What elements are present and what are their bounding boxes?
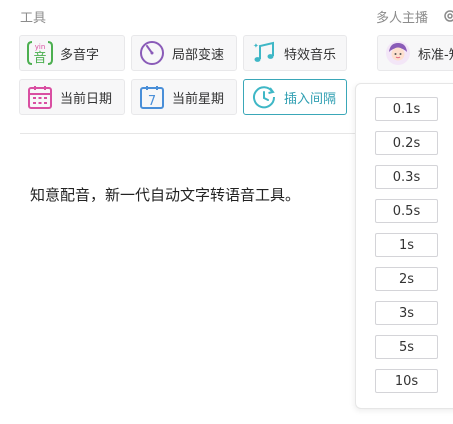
effect-music-button[interactable]: ✦ 特效音乐 [243,35,347,71]
polyphone-button[interactable]: yin 音 多音字 [19,35,125,71]
settings-gear-icon[interactable] [443,8,453,22]
interval-option-3s[interactable]: 3s [375,301,438,325]
effect-music-label: 特效音乐 [284,47,337,63]
interval-option-0.2s[interactable]: 0.2s [375,131,438,155]
editor-content-text[interactable]: 知意配音，新一代自动文字转语音工具。 [30,184,300,205]
interval-option-0.3s[interactable]: 0.3s [375,165,438,189]
current-week-button[interactable]: 7 当前星期 [131,79,237,115]
speed-gauge-icon [137,38,167,68]
svg-text:✦: ✦ [253,42,259,50]
partial-speed-label: 局部变速 [172,47,225,63]
anchor-voice-selector[interactable]: 标准-知 [377,35,453,71]
toolbar-divider [20,133,355,134]
insert-interval-button[interactable]: 插入间隔 [243,79,347,115]
calendar-icon [25,82,55,112]
interval-option-5s[interactable]: 5s [375,335,438,359]
anchor-avatar [383,38,413,68]
yin-pronunciation-icon: yin 音 [25,38,55,68]
clock-interval-icon [249,82,279,112]
yin-main-text: 音 [33,50,46,66]
interval-dropdown: 0.1s 0.2s 0.3s 0.5s 1s 2s 3s 5s 10s [355,83,453,409]
yin-sup-text: yin [35,43,46,51]
current-date-label: 当前日期 [60,91,113,107]
multi-anchor-title: 多人主播 [376,11,429,26]
selected-voice-label: 标准-知 [418,47,453,63]
interval-option-1s[interactable]: 1s [375,233,438,257]
current-week-label: 当前星期 [172,91,225,107]
interval-option-2s[interactable]: 2s [375,267,438,291]
week-number-text: 7 [148,94,156,109]
polyphone-label: 多音字 [60,47,100,63]
insert-interval-label: 插入间隔 [284,91,337,107]
tools-section-title: 工具 [20,11,47,26]
partial-speed-button[interactable]: 局部变速 [131,35,237,71]
music-notes-icon: ✦ [249,38,279,68]
interval-option-0.5s[interactable]: 0.5s [375,199,438,223]
week-calendar-icon: 7 [137,82,167,112]
interval-option-10s[interactable]: 10s [375,369,438,393]
interval-option-0.1s[interactable]: 0.1s [375,97,438,121]
current-date-button[interactable]: 当前日期 [19,79,125,115]
